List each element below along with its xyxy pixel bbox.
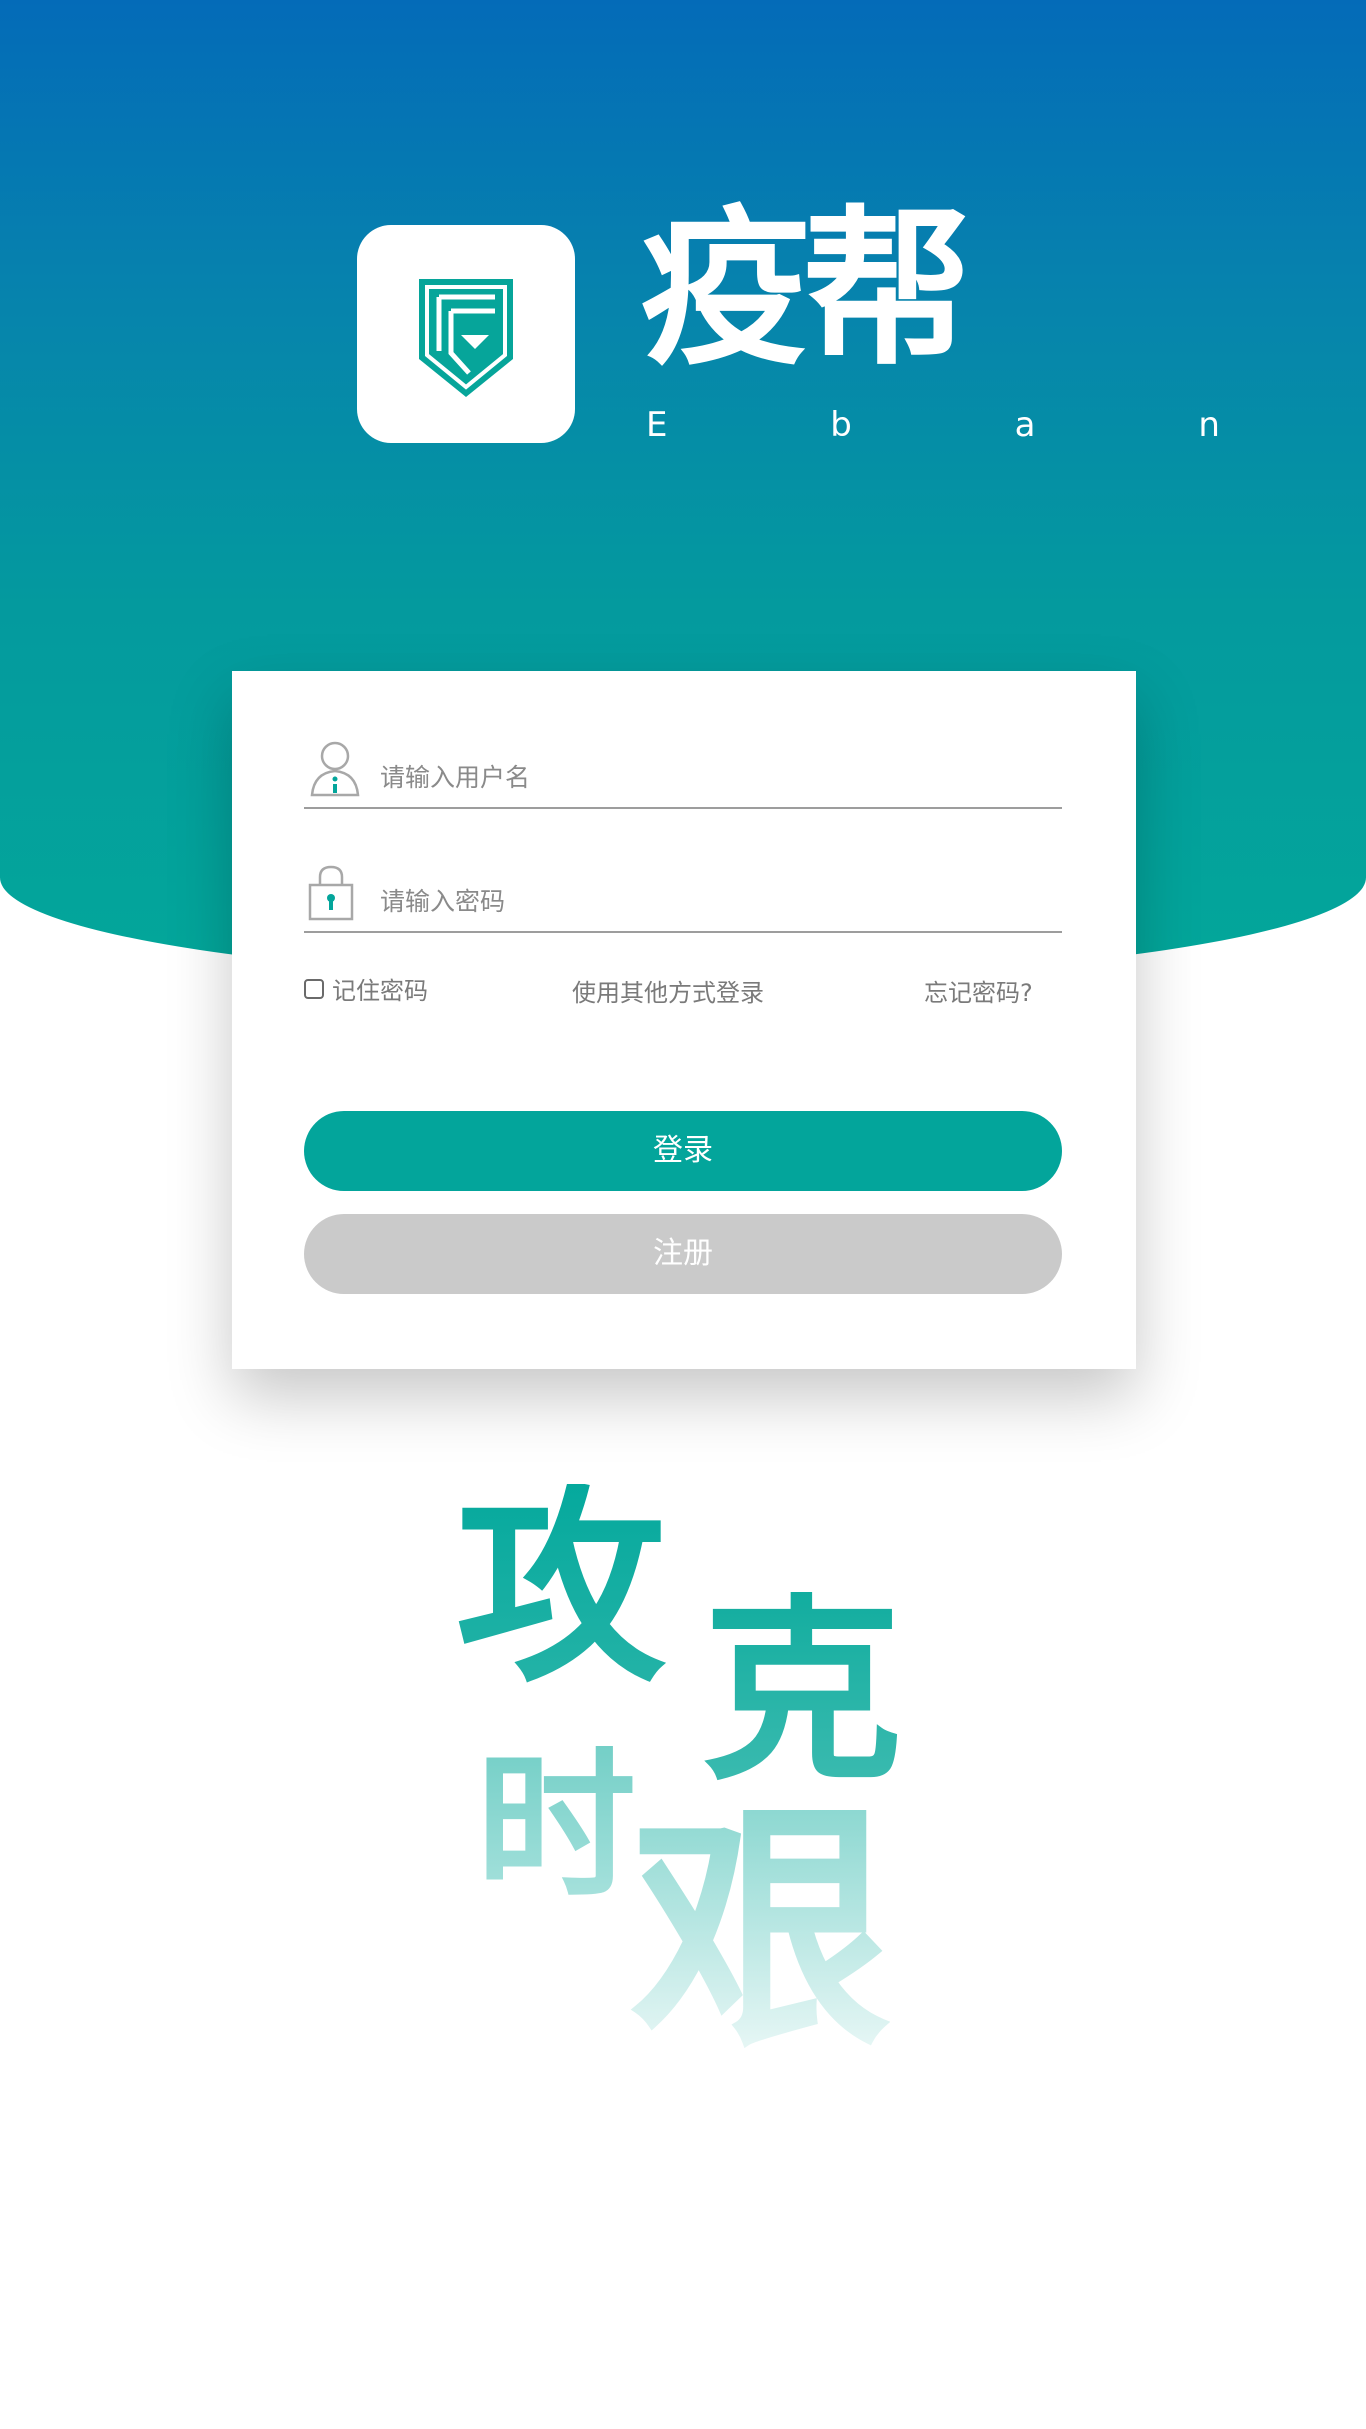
slogan-char-4: 艰 [630,1781,890,2083]
brand-subtitle: E b a n [646,405,1296,445]
username-field [304,733,1062,809]
remember-password-label: 记住密码 [332,977,428,1005]
forgot-password-link[interactable]: 忘记密码? [924,973,1033,1008]
username-input[interactable] [380,757,1050,797]
password-input[interactable] [380,881,1050,921]
slogan-char-3: 时 [476,1732,637,1919]
brand-name: 疫帮 [640,191,972,389]
password-field [304,857,1062,933]
register-button[interactable]: 注册 [304,1214,1062,1294]
user-icon [310,741,360,797]
remember-password-toggle[interactable]: 记住密码 [304,971,428,1006]
remember-password-checkbox[interactable] [304,978,324,999]
slogan-char-1: 攻 [456,1466,667,1711]
login-card: 记住密码 使用其他方式登录 忘记密码? 登录 注册 [232,671,1136,1369]
slogan-char-2: 克 [702,1575,903,1808]
lock-icon [308,865,354,921]
slogan-graphic: 攻 克 时 艰 [440,1480,960,2100]
login-button[interactable]: 登录 [304,1111,1062,1191]
login-options-row: 记住密码 使用其他方式登录 忘记密码? [304,967,1094,1007]
app-logo [357,225,575,443]
other-login-link[interactable]: 使用其他方式登录 [572,973,764,1008]
shield-logo-icon [419,279,513,397]
